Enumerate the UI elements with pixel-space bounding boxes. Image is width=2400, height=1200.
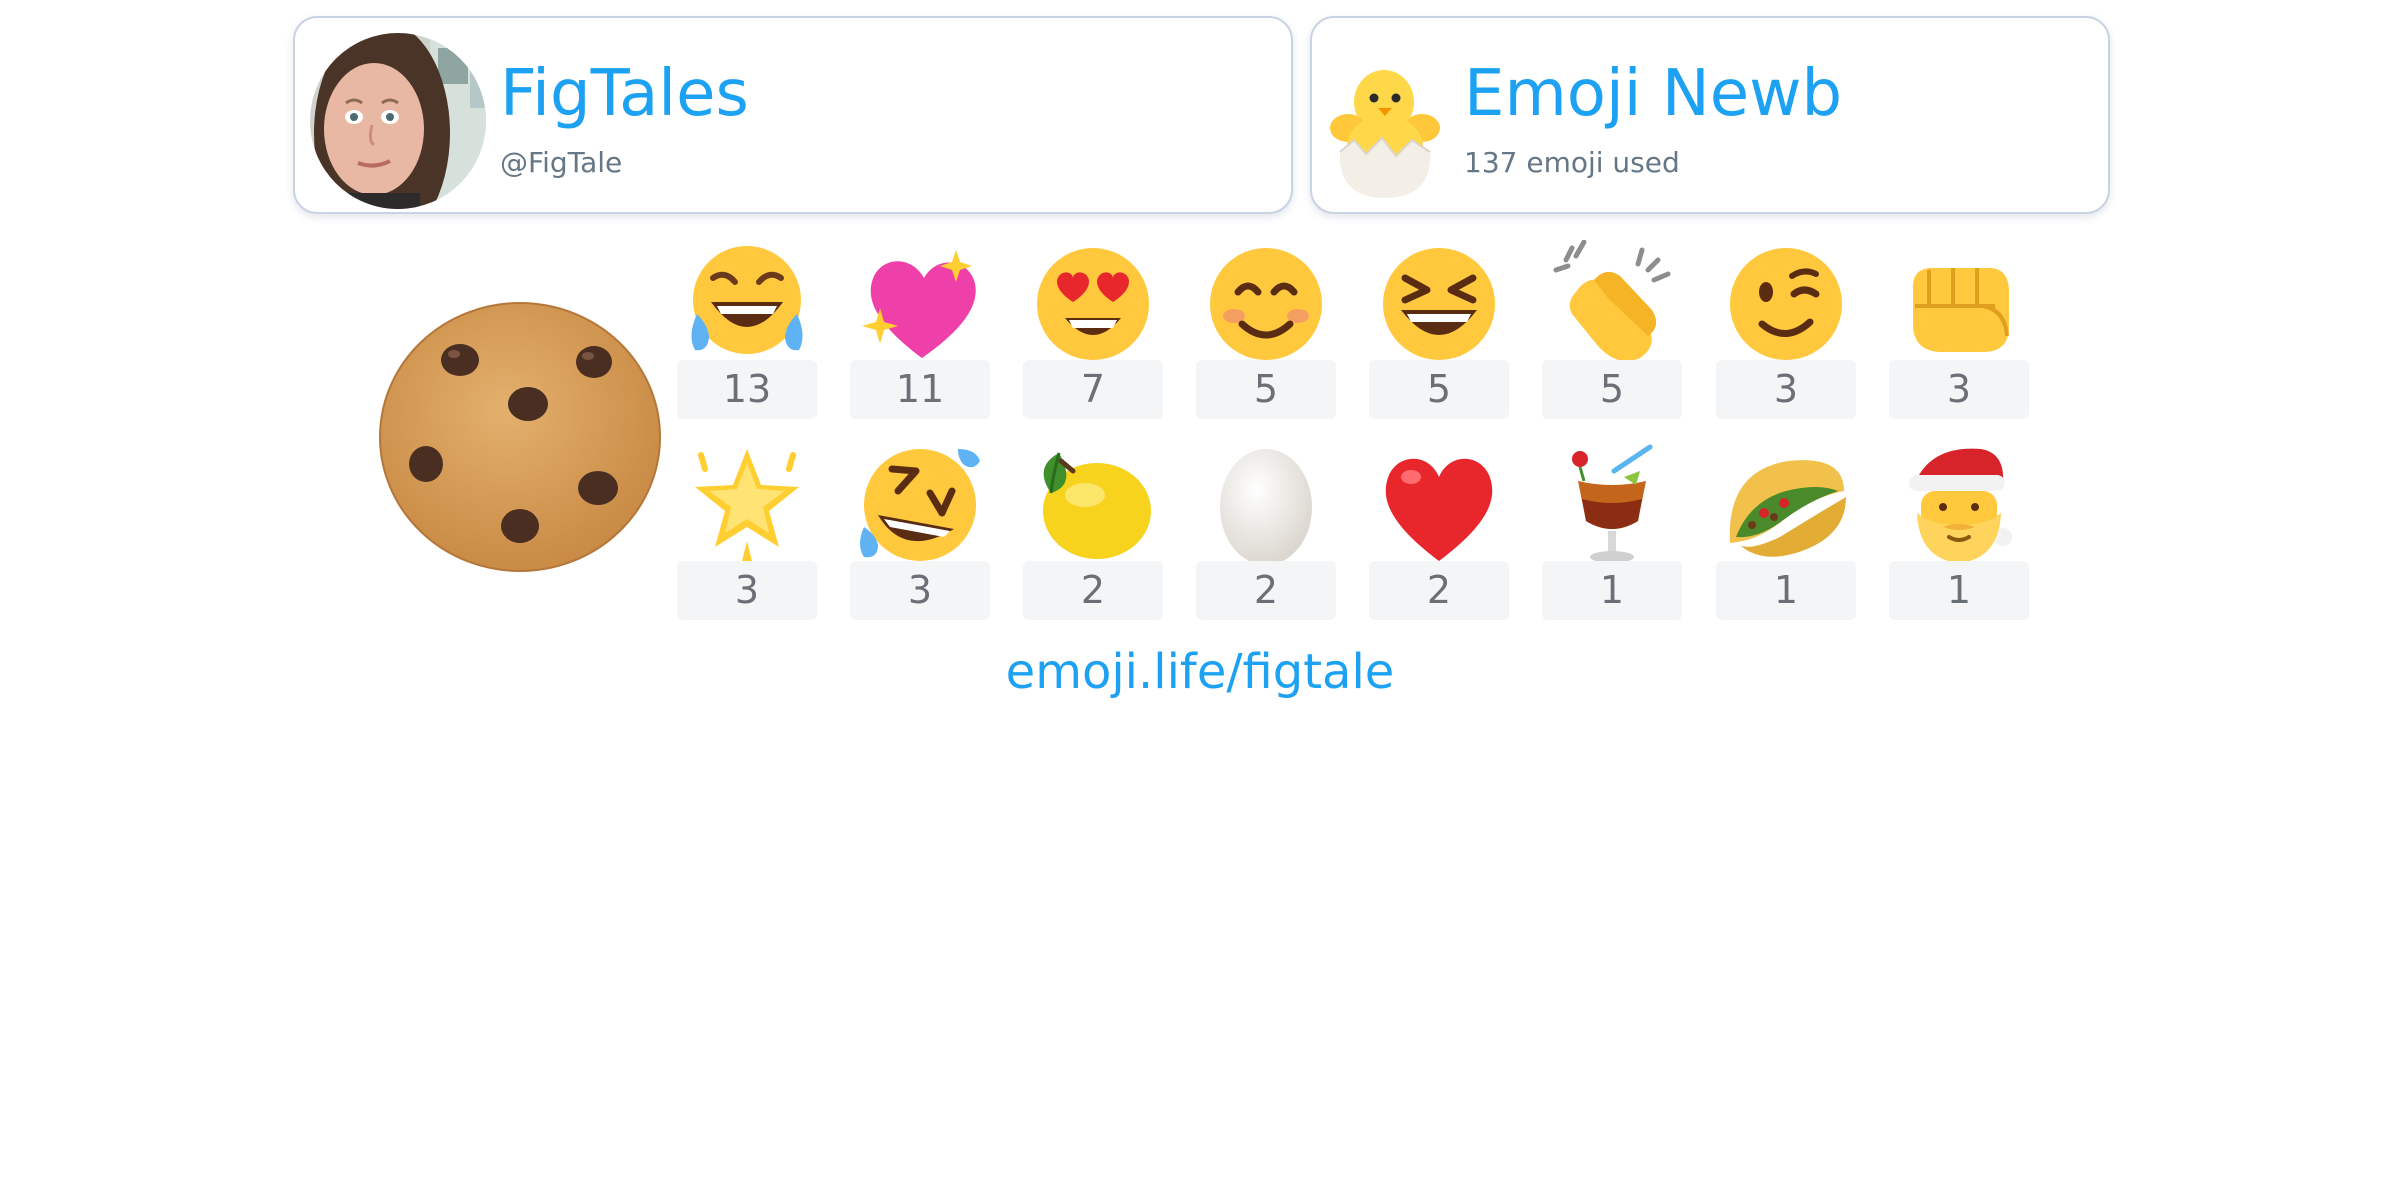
profile-link[interactable]: emoji.life/figtale [0, 648, 2400, 696]
rank-card: Emoji Newb 137 emoji used [1310, 16, 2110, 214]
tropical-drink-icon [1572, 444, 1653, 563]
clapping-hands-icon [1553, 240, 1671, 362]
usage-count: 1 [1889, 561, 2029, 620]
hatching-chick-icon [1324, 36, 1446, 204]
rank-title: Emoji Newb [1464, 57, 1843, 131]
oncoming-fist-icon [1912, 268, 2009, 352]
grinning-squinting-face-icon [1383, 248, 1495, 360]
profile-card: FigTales @FigTale [293, 16, 1293, 214]
profile-name[interactable]: FigTales [500, 62, 749, 126]
smiling-face-icon [1210, 248, 1322, 360]
usage-count: 3 [677, 561, 817, 620]
usage-count: 13 [677, 360, 817, 419]
taco-icon [1729, 460, 1846, 557]
usage-count: 2 [1196, 561, 1336, 620]
usage-count: 5 [1542, 360, 1682, 419]
santa-claus-icon [1909, 448, 2012, 563]
usage-count: 2 [1023, 561, 1163, 620]
cookie-icon [378, 300, 662, 574]
usage-count: 3 [1889, 360, 2029, 419]
usage-count: 11 [850, 360, 990, 419]
emoji-count: 137 emoji used [1464, 146, 1680, 179]
glowing-star-icon [695, 449, 799, 565]
rolling-on-floor-laughing-icon [860, 449, 980, 561]
sparkling-heart-icon [862, 250, 976, 358]
egg-icon [1220, 449, 1312, 565]
profile-handle[interactable]: @FigTale [500, 149, 622, 177]
usage-count: 7 [1023, 360, 1163, 419]
usage-count: 2 [1369, 561, 1509, 620]
usage-count: 3 [1716, 360, 1856, 419]
usage-count: 3 [850, 561, 990, 620]
lemon-icon [1043, 452, 1151, 559]
usage-count: 5 [1369, 360, 1509, 419]
usage-count: 5 [1196, 360, 1336, 419]
red-heart-icon [1385, 458, 1493, 561]
face-with-tears-of-joy-icon [691, 246, 803, 354]
usage-count: 1 [1716, 561, 1856, 620]
avatar [310, 33, 486, 209]
heart-eyes-face-icon [1037, 248, 1149, 360]
winking-face-icon [1730, 248, 1842, 360]
usage-count: 1 [1542, 561, 1682, 620]
